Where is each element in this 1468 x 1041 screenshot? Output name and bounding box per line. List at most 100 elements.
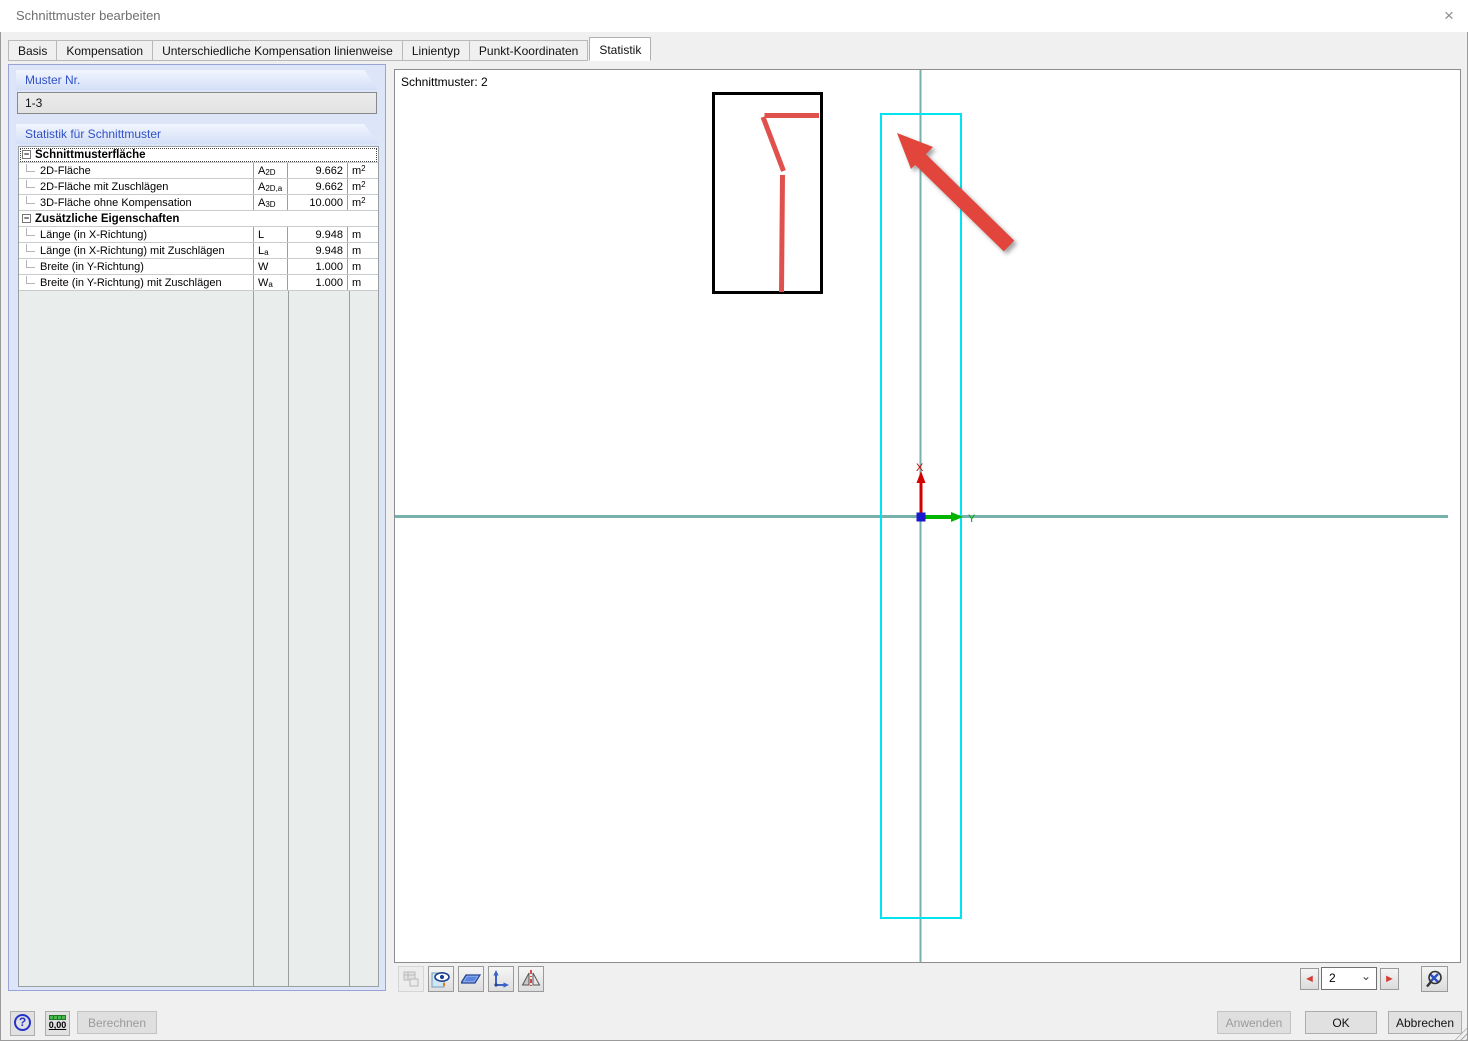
tree-connector-icon [26,179,35,188]
abbrechen-button[interactable]: Abbrechen [1388,1011,1462,1034]
table-row: Länge (in X-Richtung) L 9.948 m [19,227,378,243]
show-compensation-button[interactable] [428,966,454,992]
tab-unterschiedliche-kompensation[interactable]: Unterschiedliche Kompensation linienweis… [153,40,403,61]
row-unit-sup: 2 [361,196,366,205]
tab-statistik[interactable]: Statistik [589,37,652,61]
title-bar: Schnittmuster bearbeiten × [0,0,1468,32]
row-symbol-sub: 2D [265,168,276,177]
row-unit-sup: 2 [361,180,366,189]
row-symbol: A [258,196,266,209]
muster-nr-header: Muster Nr. [16,70,378,90]
tree-connector-icon [26,163,35,172]
row-unit: m [352,260,362,273]
pattern-number-select[interactable]: 2 ⌄ [1321,967,1377,990]
table-row: 2D-Fläche A 2D 9.662 m2 [19,163,378,179]
row-name: 2D-Fläche [40,164,91,177]
anwenden-button[interactable]: Anwenden [1217,1011,1291,1034]
row-symbol: W [258,260,269,273]
table-group-row: − Schnittmusterfläche [19,147,378,163]
tab-bar: Basis Kompensation Unterschiedliche Komp… [8,37,652,61]
tree-connector-icon [26,195,35,204]
viewport-label: Schnittmuster: 2 [401,75,488,89]
tab-linientyp[interactable]: Linientyp [402,40,470,61]
row-unit: m [352,244,362,257]
row-symbol: A [258,164,266,177]
statistik-header: Statistik für Schnittmuster [16,124,378,144]
row-symbol-sub: 3D [265,200,276,209]
coordinate-system-button[interactable] [488,966,514,992]
table-empty-area [19,291,378,986]
mirror-pattern-button[interactable] [518,966,544,992]
row-value: 9.948 [287,227,347,242]
tab-basis[interactable]: Basis [8,40,58,61]
tree-connector-icon [26,259,35,268]
muster-nr-input[interactable] [17,92,377,114]
axis-y-label: Y [968,513,976,525]
tab-kompensation[interactable]: Kompensation [57,40,154,61]
row-symbol: A [258,180,266,193]
table-row: Länge (in X-Richtung) mit Zuschlägen La … [19,243,378,259]
statistik-table: − Schnittmusterfläche 2D-Fläche A 2D 9.66… [18,146,379,987]
help-icon: ? [14,1014,31,1031]
row-value: 9.662 [287,179,347,194]
zoom-fit-icon [1425,970,1442,988]
axis-x-label: X [916,462,924,474]
table-row: 3D-Fläche ohne Kompensation A 3D 10.000 m… [19,195,378,211]
units-settings-button[interactable]: 0,00 [45,1011,70,1036]
row-symbol-sub: a [264,248,269,257]
berechnen-button[interactable]: Berechnen [77,1011,157,1034]
column-divider [253,291,254,986]
surface-icon [461,974,481,984]
row-value: 1.000 [287,275,347,290]
column-divider [349,291,350,986]
row-value: 10.000 [287,195,347,210]
help-button[interactable]: ? [10,1011,35,1036]
table-group-row: − Zusätzliche Eigenschaften [19,211,378,227]
pattern-viewport[interactable]: Schnittmuster: 2 X Y [394,69,1461,963]
pattern-drawing: X Y [395,70,1448,962]
row-name: Länge (in X-Richtung) [40,228,148,241]
pattern-number-value: 2 [1329,971,1336,985]
window-title: Schnittmuster bearbeiten [16,8,161,23]
close-icon[interactable]: × [1436,3,1462,29]
table-row: Breite (in Y-Richtung) mit Zuschlägen Wa… [19,275,378,291]
axes-icon [493,970,509,988]
group-title: Zusätzliche Eigenschaften [35,212,180,225]
zoom-fit-button[interactable] [1421,966,1448,992]
group-title: Schnittmusterfläche [35,148,146,161]
row-unit: m [352,276,362,289]
show-surface-button[interactable] [458,966,484,992]
row-name: Breite (in Y-Richtung) mit Zuschlägen [40,276,222,289]
next-pattern-button[interactable]: ► [1380,968,1399,990]
collapse-icon[interactable]: − [22,214,31,223]
next-arrow-icon: ► [1384,973,1395,985]
column-divider [288,291,289,986]
ok-button[interactable]: OK [1305,1011,1377,1034]
sidebar-panel: Muster Nr. Statistik für Schnittmuster −… [8,64,386,991]
row-value: 9.948 [287,243,347,258]
mirror-icon [521,970,541,988]
row-name: 2D-Fläche mit Zuschlägen [40,180,169,193]
row-symbol: W [258,276,269,289]
row-unit: m [352,164,362,177]
row-symbol-sub: a [268,280,273,289]
tab-punkt-koordinaten[interactable]: Punkt-Koordinaten [469,40,589,61]
export-pattern-button[interactable] [398,966,424,992]
row-name: Länge (in X-Richtung) mit Zuschlägen [40,244,225,257]
row-value: 9.662 [287,163,347,178]
row-unit-sup: 2 [361,164,366,173]
row-unit: m [352,196,362,209]
row-name: Breite (in Y-Richtung) [40,260,144,273]
tree-connector-icon [26,243,35,252]
tree-connector-icon [26,227,35,236]
tree-connector-icon [26,275,35,284]
viewport-toolbar [398,966,544,992]
previous-arrow-icon: ◄ [1304,973,1315,985]
origin-marker-icon [916,512,926,522]
export-pattern-icon [403,971,419,987]
collapse-icon[interactable]: − [22,150,31,159]
table-row: 2D-Fläche mit Zuschlägen A 2D,a 9.662 m2 [19,179,378,195]
pattern-seam-lines [760,113,819,293]
previous-pattern-button[interactable]: ◄ [1300,968,1319,990]
row-symbol: L [258,228,265,241]
